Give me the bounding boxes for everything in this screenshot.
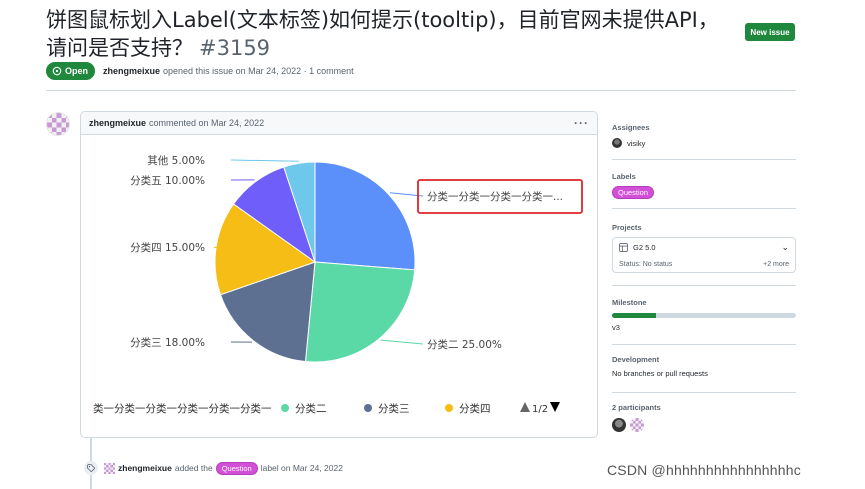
issue-state-row: Open zhengmeixue opened this issue on Ma… bbox=[46, 62, 354, 80]
event-author-avatar[interactable] bbox=[104, 462, 115, 474]
tag-icon bbox=[84, 461, 98, 475]
assignees-title[interactable]: Assignees bbox=[612, 123, 796, 132]
issue-title: 饼图鼠标划入Label(文本标签)如何提示(tooltip)，目前官网未提供AP… bbox=[46, 6, 736, 62]
new-issue-button[interactable]: New issue bbox=[745, 23, 795, 41]
sidebar-divider bbox=[612, 159, 796, 160]
project-card[interactable]: G2 5.0 ⌄ Status: No status +2 more bbox=[612, 237, 796, 273]
project-status: Status: No status bbox=[619, 261, 673, 268]
sidebar-divider bbox=[612, 285, 796, 286]
event-action: added the bbox=[174, 463, 213, 473]
projects-title[interactable]: Projects bbox=[612, 223, 796, 232]
legend-prev-page-icon[interactable] bbox=[520, 402, 530, 412]
state-badge: Open bbox=[46, 62, 96, 80]
pie-label[interactable]: 分类五 10.00% bbox=[130, 174, 205, 187]
participant-avatar[interactable] bbox=[612, 418, 626, 432]
legend-marker[interactable] bbox=[445, 404, 453, 412]
pie-label[interactable]: 分类三 18.00% bbox=[130, 336, 205, 349]
issue-open-icon bbox=[52, 66, 62, 76]
issue-author-link[interactable]: zhengmeixue bbox=[103, 66, 160, 76]
milestone-name[interactable]: v3 bbox=[612, 323, 796, 332]
participants-avatars bbox=[612, 418, 796, 432]
pie-label[interactable]: 分类二 25.00% bbox=[427, 338, 502, 351]
legend-marker[interactable] bbox=[281, 404, 289, 412]
assignee-item[interactable]: visiky bbox=[612, 138, 796, 148]
pie-label-leader bbox=[230, 159, 299, 162]
development-section: Development No branches or pull requests bbox=[612, 355, 796, 378]
assignees-section: Assignees visiky bbox=[612, 123, 796, 148]
milestone-title[interactable]: Milestone bbox=[612, 298, 796, 307]
project-more-link[interactable]: +2 more bbox=[763, 261, 789, 268]
legend-item-label[interactable]: 分类三 bbox=[378, 402, 410, 415]
development-text: No branches or pull requests bbox=[612, 369, 708, 378]
milestone-progress-bar bbox=[612, 313, 796, 318]
participants-title: 2 participants bbox=[612, 403, 661, 412]
sidebar-divider bbox=[612, 344, 796, 345]
pie-label[interactable]: 其他 5.00% bbox=[147, 154, 205, 167]
table-icon bbox=[619, 243, 628, 252]
event-suffix: label on Mar 24, 2022 bbox=[260, 463, 343, 473]
labels-section: Labels Question bbox=[612, 172, 796, 199]
assignee-name: visiky bbox=[627, 138, 646, 148]
projects-section: Projects G2 5.0 ⌄ Status: No status +2 m… bbox=[612, 223, 796, 273]
label-question[interactable]: Question bbox=[612, 186, 655, 199]
legend-next-page-icon[interactable] bbox=[550, 402, 560, 412]
project-name: G2 5.0 bbox=[633, 243, 656, 252]
header-divider bbox=[46, 90, 796, 91]
pie-label-leader bbox=[380, 339, 424, 345]
timeline-label-event: zhengmeixue added the Question label on … bbox=[84, 460, 343, 476]
event-label-question[interactable]: Question bbox=[215, 461, 258, 475]
participants-section: 2 participants bbox=[612, 403, 796, 432]
identicon-icon bbox=[104, 462, 115, 474]
sidebar-divider bbox=[612, 392, 796, 393]
milestone-progress-fill bbox=[612, 313, 657, 318]
pie-label[interactable]: 分类一分类一分类一分类一... bbox=[427, 190, 563, 203]
milestone-section: Milestone v3 bbox=[612, 298, 796, 332]
legend-page-indicator: 1/2 bbox=[532, 404, 548, 415]
legend-item-label[interactable]: 分类四 bbox=[459, 402, 491, 415]
pie-slice[interactable] bbox=[314, 161, 416, 271]
csdn-watermark: CSDN @hhhhhhhhhhhhhhhhc bbox=[607, 462, 801, 478]
pie-chart: 分类一分类一分类一分类一... 分类二 25.00% 分类三 18.00% 分类四 1… bbox=[93, 154, 583, 415]
project-name-row: G2 5.0 bbox=[619, 243, 789, 252]
pie-label[interactable]: 分类四 15.00% bbox=[130, 241, 205, 254]
issue-number: #3159 bbox=[199, 36, 271, 60]
chevron-down-icon[interactable]: ⌄ bbox=[781, 242, 789, 253]
pie-slice[interactable] bbox=[304, 261, 416, 363]
issue-title-text: 饼图鼠标划入Label(文本标签)如何提示(tooltip)，目前官网未提供AP… bbox=[46, 8, 719, 60]
issue-opened-text: opened this issue on Mar 24, 2022 · 1 co… bbox=[163, 66, 354, 76]
legend-item-label[interactable]: 分类二 bbox=[295, 402, 327, 415]
development-title[interactable]: Development bbox=[612, 355, 796, 364]
labels-title[interactable]: Labels bbox=[612, 172, 796, 181]
state-label: Open bbox=[65, 66, 89, 76]
sidebar-divider bbox=[612, 208, 796, 209]
participant-avatar[interactable] bbox=[630, 418, 644, 432]
identicon-icon bbox=[47, 113, 69, 135]
assignee-avatar bbox=[612, 138, 622, 148]
event-author-link[interactable]: zhengmeixue bbox=[118, 463, 172, 473]
identicon-icon bbox=[630, 418, 644, 432]
legend-marker[interactable] bbox=[364, 404, 372, 412]
comment-card: zhengmeixue commented on Mar 24, 2022 ··… bbox=[80, 111, 598, 438]
comment-author-avatar[interactable] bbox=[46, 112, 70, 136]
legend-item-label[interactable]: 类一分类一分类一分类一分类一分类一 bbox=[93, 402, 272, 415]
